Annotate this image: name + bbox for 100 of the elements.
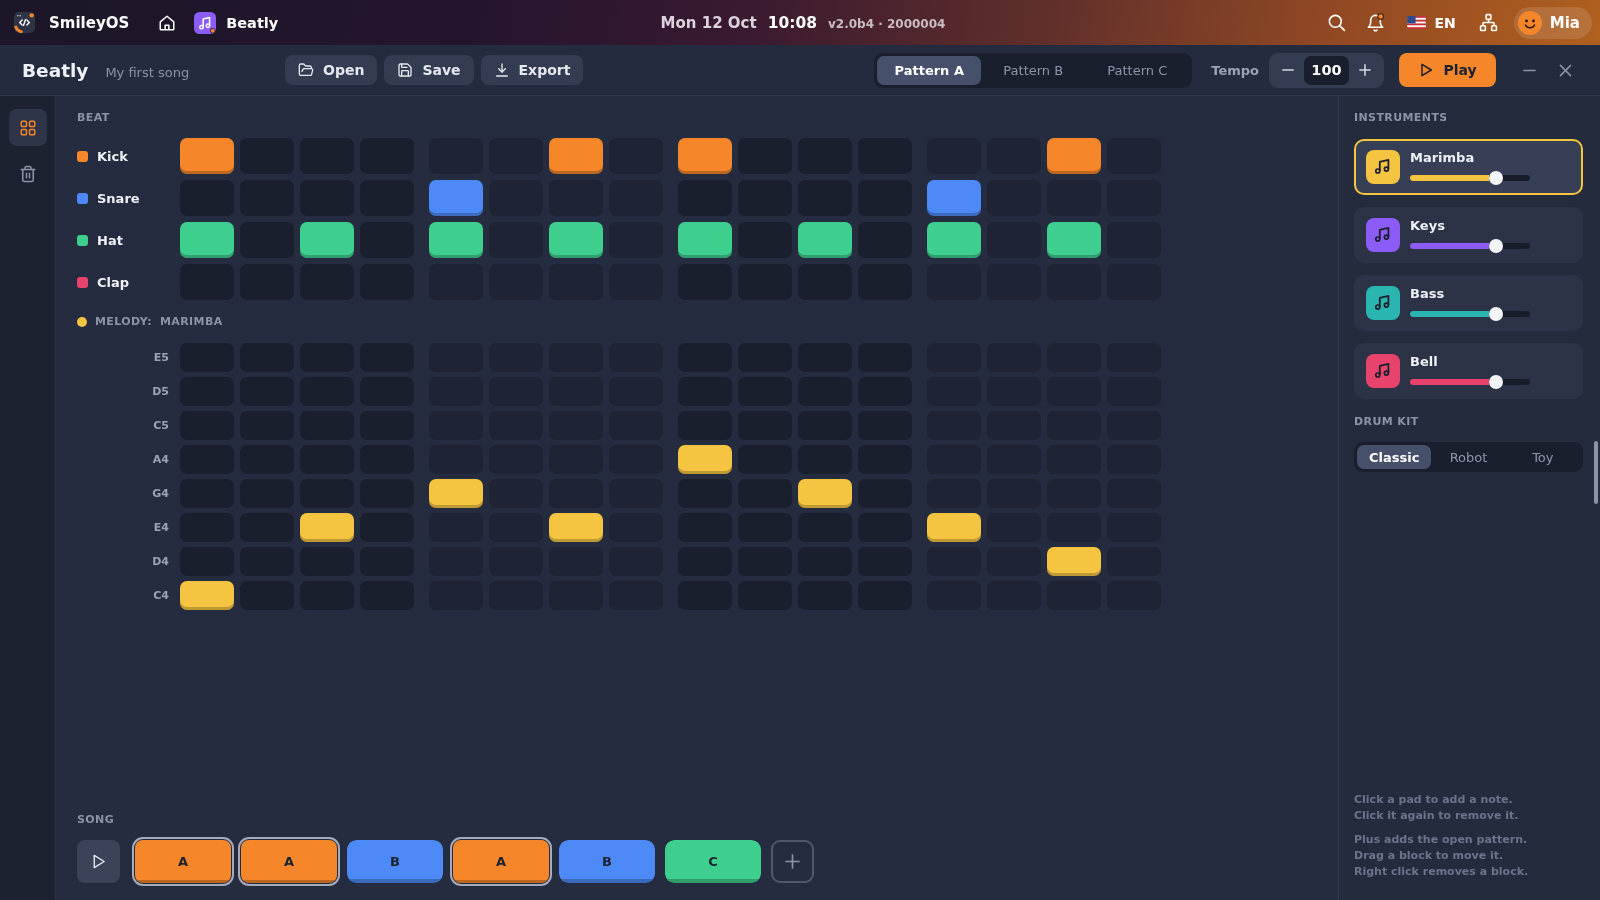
step-pad[interactable] bbox=[429, 222, 483, 258]
tempo-field[interactable]: 100 bbox=[1304, 55, 1349, 85]
track-name: Kick bbox=[97, 148, 128, 164]
section-label: MELODY: bbox=[95, 315, 152, 329]
grid-icon bbox=[18, 118, 37, 137]
pattern-block[interactable]: B bbox=[559, 840, 655, 883]
version-text: v2.0b4 · 2000004 bbox=[828, 16, 946, 31]
user-menu-button[interactable]: Mia bbox=[1513, 6, 1592, 39]
network-icon[interactable] bbox=[1478, 13, 1498, 32]
folder-icon bbox=[298, 62, 314, 78]
step-pad[interactable] bbox=[927, 180, 981, 216]
add-block-button[interactable] bbox=[771, 840, 814, 883]
pattern-block[interactable]: A bbox=[238, 837, 340, 886]
download-icon bbox=[493, 62, 510, 78]
instrument-name: Bell bbox=[1410, 353, 1438, 369]
note-pad[interactable] bbox=[549, 513, 603, 542]
step-pad[interactable] bbox=[678, 222, 732, 258]
pattern-block[interactable]: A bbox=[450, 837, 552, 886]
step-pad[interactable] bbox=[1047, 138, 1101, 174]
trash-icon bbox=[18, 164, 37, 183]
step-pad[interactable] bbox=[180, 222, 234, 258]
step-pad[interactable] bbox=[549, 138, 603, 174]
instrument-card[interactable]: Keys bbox=[1354, 207, 1583, 263]
instrument-name: Marimba bbox=[1410, 149, 1475, 165]
song-name: My first song bbox=[105, 64, 190, 80]
note-label: G4 bbox=[152, 487, 169, 500]
play-song-button[interactable] bbox=[77, 840, 120, 883]
section-label: DRUM KIT bbox=[1354, 415, 1419, 429]
scrollbar-thumb[interactable] bbox=[1594, 441, 1598, 504]
slider-thumb[interactable] bbox=[1489, 374, 1504, 389]
drum-kit-option[interactable]: Toy bbox=[1505, 445, 1580, 469]
slider-thumb[interactable] bbox=[1489, 306, 1504, 321]
step-pad[interactable] bbox=[927, 222, 981, 258]
pattern-tab[interactable]: Pattern A bbox=[877, 55, 982, 85]
bell-icon[interactable] bbox=[1365, 13, 1385, 32]
export-button[interactable]: Export bbox=[480, 55, 584, 85]
pattern-block[interactable]: C bbox=[665, 840, 761, 883]
plus-icon bbox=[785, 854, 800, 869]
track-name: Hat bbox=[97, 232, 123, 248]
step-pad[interactable] bbox=[1047, 222, 1101, 258]
drum-kit-option[interactable]: Classic bbox=[1357, 445, 1432, 469]
os-name: SmileyOS bbox=[49, 13, 130, 32]
play-button[interactable]: Play bbox=[1399, 53, 1496, 87]
track-name: Clap bbox=[97, 274, 130, 290]
instrument-card[interactable]: Bell bbox=[1354, 343, 1583, 399]
section-label: INSTRUMENTS bbox=[1354, 111, 1448, 125]
note-pad[interactable] bbox=[798, 479, 852, 508]
instrument-card[interactable]: Bass bbox=[1354, 275, 1583, 331]
flag-icon bbox=[1406, 16, 1426, 29]
track-name: Snare bbox=[97, 190, 140, 206]
note-label: C5 bbox=[153, 419, 169, 432]
step-pad[interactable] bbox=[549, 222, 603, 258]
note-label: C4 bbox=[153, 589, 169, 602]
note-label: D4 bbox=[152, 555, 169, 568]
hint-text: Plus adds the open pattern. Drag a block to move it. Right click removes a block. bbox=[1354, 832, 1529, 880]
step-pad[interactable] bbox=[678, 138, 732, 174]
note-label: A4 bbox=[152, 453, 169, 466]
app-title: Beatly bbox=[22, 59, 89, 81]
play-icon bbox=[1418, 62, 1435, 78]
open-button[interactable]: Open bbox=[285, 55, 378, 85]
search-icon[interactable] bbox=[1326, 13, 1346, 32]
step-pad[interactable] bbox=[180, 138, 234, 174]
trash-button[interactable] bbox=[18, 164, 37, 183]
note-pad[interactable] bbox=[300, 513, 354, 542]
section-label: SONG bbox=[77, 813, 115, 827]
language-button[interactable]: EN bbox=[1406, 14, 1456, 31]
step-pad[interactable] bbox=[798, 222, 852, 258]
instrument-name: Bass bbox=[1410, 285, 1445, 301]
smiley-avatar-icon bbox=[1517, 10, 1542, 35]
date-text: Mon 12 Oct bbox=[660, 13, 757, 32]
note-label: D5 bbox=[152, 385, 169, 398]
music-note-icon[interactable] bbox=[194, 11, 217, 34]
pattern-tab[interactable]: Pattern B bbox=[981, 55, 1086, 85]
note-pad[interactable] bbox=[180, 581, 234, 610]
home-icon[interactable] bbox=[158, 13, 177, 32]
section-label: BEAT bbox=[77, 111, 110, 125]
slider-thumb[interactable] bbox=[1489, 170, 1504, 185]
plus-icon bbox=[1359, 64, 1371, 76]
instrument-name: MARIMBA bbox=[159, 315, 223, 329]
instrument-card[interactable]: Marimba bbox=[1354, 139, 1583, 195]
save-button[interactable]: Save bbox=[384, 55, 474, 85]
note-pad[interactable] bbox=[678, 445, 732, 474]
note-pad[interactable] bbox=[1047, 547, 1101, 576]
step-pad[interactable] bbox=[300, 222, 354, 258]
app-name[interactable]: Beatly bbox=[226, 14, 279, 31]
note-label: E5 bbox=[153, 351, 169, 364]
note-label: E4 bbox=[153, 521, 169, 534]
tempo-label: Tempo bbox=[1211, 62, 1259, 78]
close-icon[interactable] bbox=[1559, 63, 1572, 77]
drum-kit-option[interactable]: Robot bbox=[1431, 445, 1506, 469]
pattern-block[interactable]: A bbox=[132, 837, 234, 886]
slider-thumb[interactable] bbox=[1489, 238, 1504, 253]
note-pad[interactable] bbox=[927, 513, 981, 542]
grid-view-button[interactable] bbox=[8, 109, 47, 146]
code-logo-icon[interactable] bbox=[14, 12, 35, 33]
pattern-block[interactable]: B bbox=[347, 840, 443, 883]
hint-text: Click a pad to add a note. Click it again to remove it. bbox=[1354, 792, 1520, 824]
note-pad[interactable] bbox=[429, 479, 483, 508]
step-pad[interactable] bbox=[429, 180, 483, 216]
pattern-tab[interactable]: Pattern C bbox=[1085, 55, 1190, 85]
